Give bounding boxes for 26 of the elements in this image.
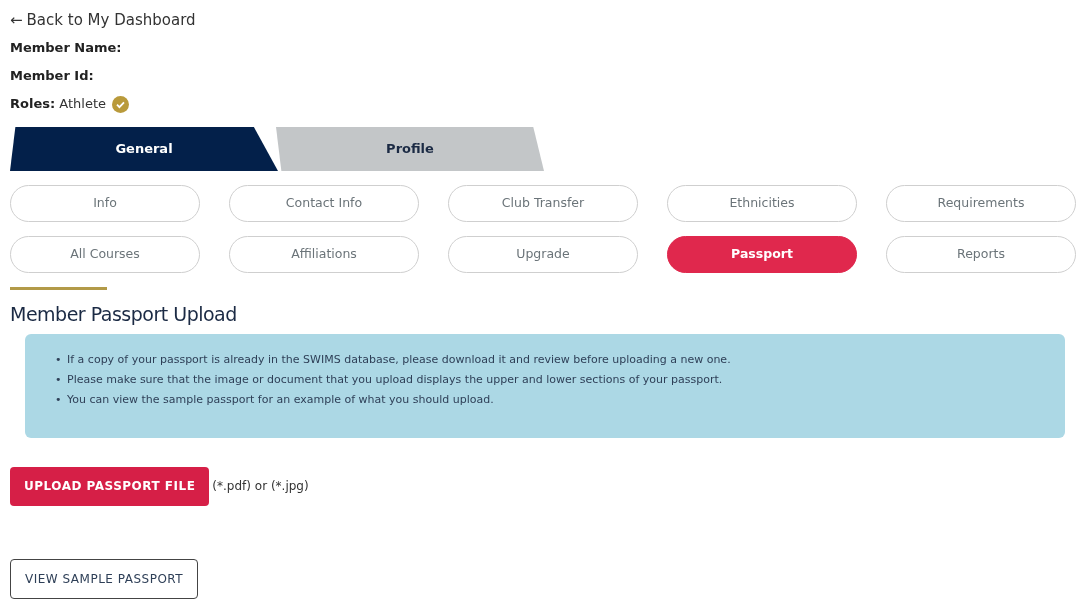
bullet-mark: • <box>55 371 63 388</box>
section-title: Member Passport Upload <box>10 302 238 327</box>
sub-tab[interactable]: Info <box>10 185 200 222</box>
info-note: If a copy of your passport is already in the SWIMS database, please download it and review before uploading a new one. <box>67 351 731 368</box>
info-note: Please make sure that the image or document that you upload displays the upper and lower sections of your passport. <box>67 371 723 388</box>
sub-tab[interactable]: Ethnicities <box>667 185 857 222</box>
sub-tab[interactable]: Requirements <box>886 185 1076 222</box>
bullet-mark: • <box>55 351 63 368</box>
tab[interactable]: General <box>10 127 278 171</box>
member-field-text: Member Id: <box>10 67 94 86</box>
sub-tab[interactable]: All Courses <box>10 236 200 273</box>
member-field-text: Roles: Athlete <box>10 95 106 114</box>
bullet-mark: • <box>55 391 63 408</box>
info-note: You can view the sample passport for an example of what you should upload. <box>67 391 494 408</box>
sub-tab[interactable]: Affiliations <box>229 236 419 273</box>
view-sample-button[interactable]: VIEW SAMPLE PASSPORT <box>10 558 199 599</box>
member-field-text: Member Name: <box>10 39 122 58</box>
sub-tab[interactable]: Passport <box>667 236 857 273</box>
upload-button[interactable]: UPLOAD PASSPORT FILE <box>10 466 210 506</box>
back-link[interactable]: ← Back to My Dashboard <box>10 9 1065 31</box>
sub-tab[interactable]: Upgrade <box>448 236 638 273</box>
tab[interactable]: Profile <box>276 127 544 171</box>
sub-tab[interactable]: Reports <box>886 236 1076 273</box>
sub-tab[interactable]: Club Transfer <box>448 185 638 222</box>
file-type-hint: (*.pdf) or (*.jpg) <box>212 478 309 495</box>
sub-tab[interactable]: Contact Info <box>229 185 419 222</box>
